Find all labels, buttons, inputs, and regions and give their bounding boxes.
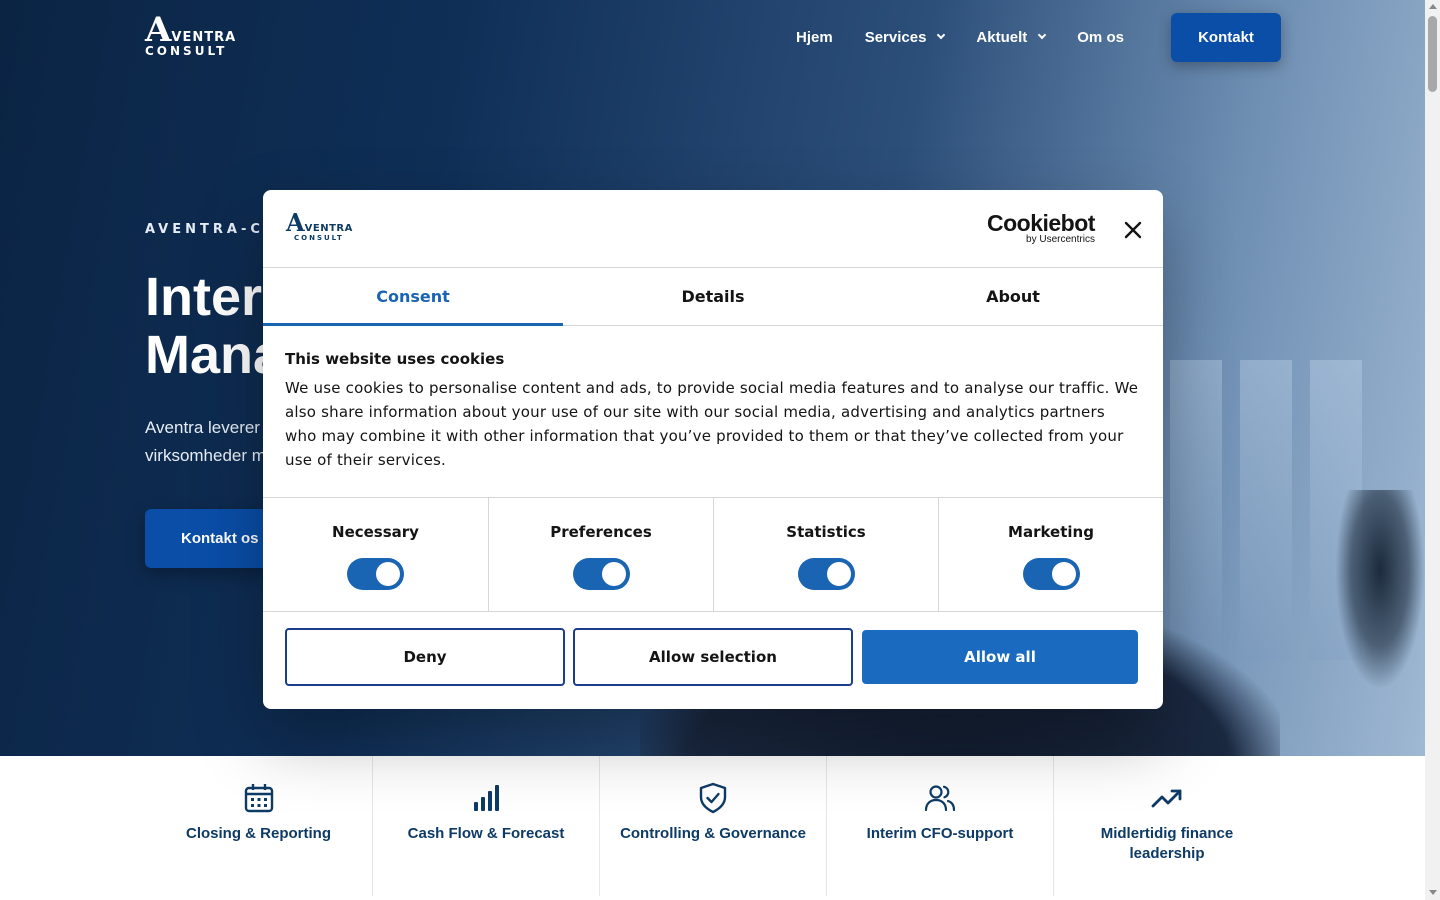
dialog-logo-letter: A bbox=[286, 208, 305, 237]
cookie-tabs: Consent Details About bbox=[263, 268, 1163, 326]
chevron-down-icon bbox=[1038, 30, 1047, 40]
cookie-dialog-header: AVENTRA CONSULT Cookiebot by Usercentric… bbox=[263, 190, 1163, 268]
toggle-knob bbox=[1051, 562, 1076, 586]
cookiebot-logo[interactable]: Cookiebot by Usercentrics bbox=[987, 212, 1095, 246]
cookiebot-brand: Cookiebot bbox=[987, 210, 1095, 236]
dialog-site-logo: AVENTRA CONSULT bbox=[286, 208, 353, 243]
toggle-group-necessary: Necessary bbox=[263, 498, 488, 611]
shield-check-icon bbox=[699, 782, 727, 814]
trending-up-icon bbox=[1151, 789, 1182, 808]
nav-label: Hjem bbox=[796, 28, 833, 46]
services-strip: Closing & Reporting Cash Flow & Forecast… bbox=[0, 756, 1425, 900]
page-scrollbar[interactable] bbox=[1425, 0, 1440, 900]
service-label: Interim CFO-support bbox=[866, 825, 1014, 842]
kontakt-button[interactable]: Kontakt bbox=[1171, 13, 1281, 62]
tab-details[interactable]: Details bbox=[563, 268, 863, 325]
dialog-logo-text-ventra: VENTRA bbox=[304, 223, 353, 234]
hero-background-plant bbox=[1335, 490, 1425, 690]
toggle-label: Preferences bbox=[550, 523, 652, 541]
service-midlertidig-finance-leadership[interactable]: Midlertidig finance leadership bbox=[1053, 756, 1280, 896]
toggle-knob bbox=[601, 562, 626, 586]
service-interim-cfo-support[interactable]: Interim CFO-support bbox=[826, 756, 1053, 896]
preferences-toggle[interactable] bbox=[572, 558, 630, 590]
toggle-knob bbox=[376, 562, 400, 586]
nav-item-aktuelt[interactable]: Aktuelt bbox=[976, 28, 1047, 46]
marketing-toggle[interactable] bbox=[1022, 558, 1080, 590]
cookie-category-toggles: Necessary Preferences Statistics Marketi… bbox=[263, 498, 1163, 612]
tab-consent[interactable]: Consent bbox=[263, 268, 563, 326]
cookie-heading: This website uses cookies bbox=[285, 350, 505, 368]
service-label: Controlling & Governance bbox=[620, 825, 806, 842]
service-label: Cash Flow & Forecast bbox=[407, 825, 565, 842]
nav-label: Services bbox=[864, 28, 927, 46]
hero-subtitle-line: virksomheder m bbox=[145, 446, 266, 465]
logo-text-consult: CONSULT bbox=[145, 44, 228, 58]
scroll-up-arrow-icon[interactable] bbox=[1429, 4, 1437, 9]
service-label: Midlertidig finance leadership bbox=[1100, 825, 1234, 862]
cookie-consent-dialog: AVENTRA CONSULT Cookiebot by Usercentric… bbox=[263, 190, 1163, 709]
allow-selection-button[interactable]: Allow selection bbox=[573, 628, 853, 686]
logo-text-ventra: VENTRA bbox=[171, 30, 237, 45]
dialog-logo-text-consult: CONSULT bbox=[294, 234, 344, 242]
nav-item-hjem[interactable]: Hjem bbox=[796, 29, 833, 46]
hero-title-line: Inter bbox=[145, 268, 263, 327]
service-label: Closing & Reporting bbox=[186, 825, 331, 842]
toggle-label: Marketing bbox=[1008, 523, 1094, 541]
cookie-description: This website uses cookies We use cookies… bbox=[263, 326, 1163, 498]
statistics-toggle[interactable] bbox=[797, 558, 855, 590]
cookie-body-text: We use cookies to personalise content an… bbox=[285, 379, 1139, 469]
close-icon[interactable] bbox=[1121, 218, 1145, 242]
toggle-label: Necessary bbox=[332, 523, 419, 541]
service-closing-reporting[interactable]: Closing & Reporting bbox=[145, 756, 372, 896]
chevron-down-icon bbox=[937, 30, 946, 40]
site-logo[interactable]: AVENTRA CONSULT bbox=[145, 10, 237, 58]
nav-item-services[interactable]: Services bbox=[864, 28, 946, 46]
allow-all-button[interactable]: Allow all bbox=[862, 630, 1138, 684]
toggle-group-marketing: Marketing bbox=[938, 498, 1163, 611]
cookie-action-buttons: Deny Allow selection Allow all bbox=[285, 628, 1139, 686]
toggle-knob bbox=[826, 562, 851, 586]
nav-label: Aktuelt bbox=[976, 28, 1028, 46]
scrollbar-thumb[interactable] bbox=[1428, 16, 1437, 92]
hero-subtitle-line: Aventra leverer bbox=[145, 418, 260, 437]
logo-letter: A bbox=[145, 10, 172, 50]
service-cash-flow-forecast[interactable]: Cash Flow & Forecast bbox=[372, 756, 599, 896]
calendar-icon bbox=[244, 784, 273, 813]
bar-chart-icon bbox=[474, 785, 499, 811]
toggle-group-preferences: Preferences bbox=[488, 498, 713, 611]
scroll-down-arrow-icon[interactable] bbox=[1429, 890, 1437, 895]
toggle-label: Statistics bbox=[786, 523, 866, 541]
toggle-group-statistics: Statistics bbox=[713, 498, 938, 611]
users-icon bbox=[924, 785, 956, 812]
tab-about[interactable]: About bbox=[863, 268, 1163, 325]
necessary-toggle[interactable] bbox=[347, 558, 404, 590]
hero-eyebrow: AVENTRA-CO bbox=[145, 222, 279, 237]
nav-label: Om os bbox=[1077, 28, 1124, 46]
main-nav: Hjem Services Aktuelt Om os bbox=[780, 0, 1140, 74]
nav-item-om-os[interactable]: Om os bbox=[1077, 29, 1124, 46]
service-controlling-governance[interactable]: Controlling & Governance bbox=[599, 756, 826, 896]
deny-button[interactable]: Deny bbox=[285, 628, 565, 686]
